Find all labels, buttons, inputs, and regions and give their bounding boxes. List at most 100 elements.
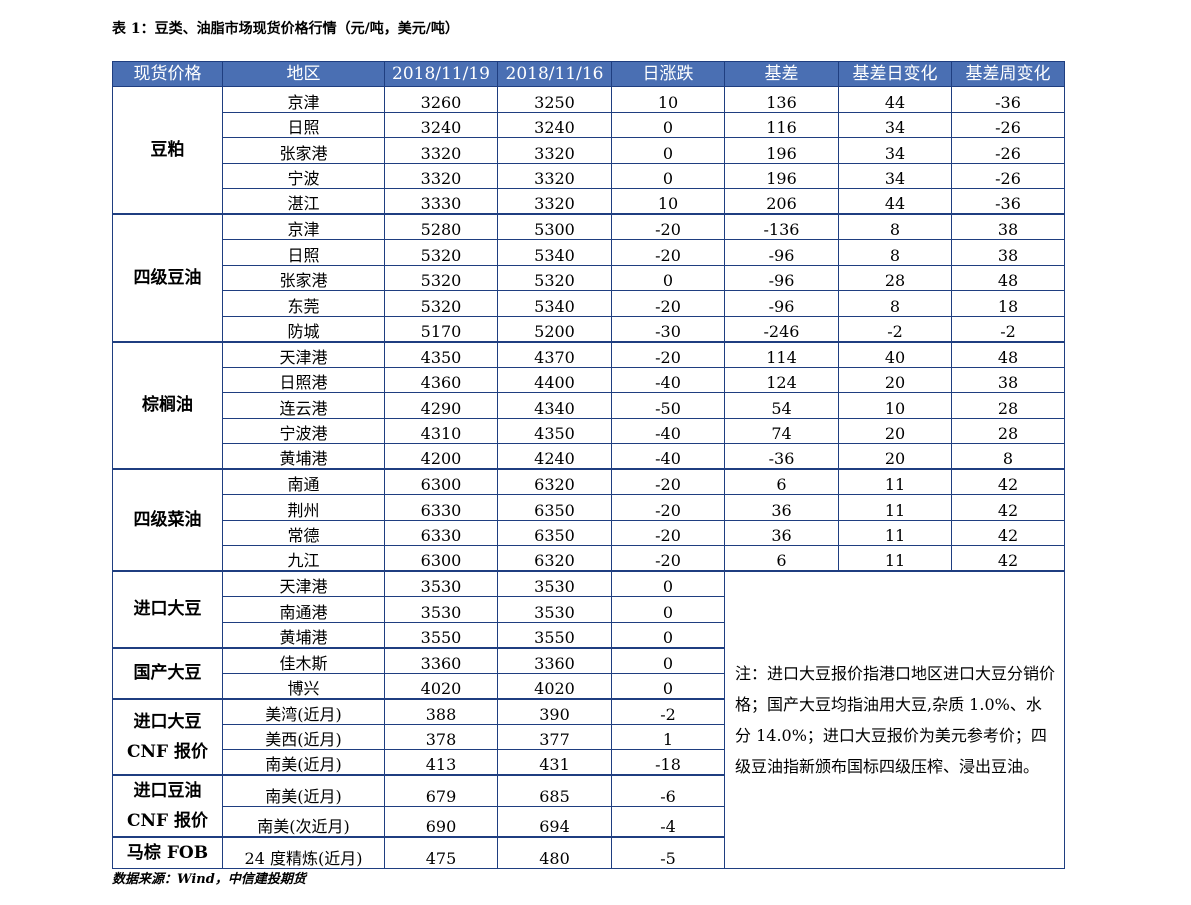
value-cell: 5340 [497, 239, 612, 266]
value-cell: 3240 [497, 111, 612, 138]
table-row: 四级菜油 南通 6300 6320 -20 6 11 42 [112, 468, 1065, 572]
value-cell: 8 [838, 239, 952, 266]
value-cell: -5 [611, 836, 725, 869]
value-cell: 0 [611, 646, 725, 674]
value-cell: 74 [724, 417, 839, 444]
value-cell: 0 [611, 264, 725, 291]
region-cell: 黄埔港 [222, 621, 385, 648]
value-cell: 10 [611, 86, 725, 113]
table-row: 黄埔港 4200 4240 -40 -36 20 8 [113, 443, 1065, 470]
table-row: 棕榈油 天津港 4350 4370 -20 114 40 48 [112, 340, 1065, 470]
region-cell: 24 度精炼(近月) [222, 836, 385, 869]
value-cell: -20 [611, 545, 725, 572]
value-cell: -2 [838, 315, 952, 342]
data-source: 数据来源：Wind，中信建投期货 [112, 872, 306, 887]
value-cell: 413 [384, 749, 498, 776]
value-cell: 48 [951, 264, 1065, 291]
value-cell: 3530 [497, 570, 612, 597]
value-cell: 20 [838, 417, 952, 444]
group-label: 棕榈油 [112, 340, 223, 470]
value-cell: 10 [611, 188, 725, 215]
value-cell: 42 [951, 545, 1065, 572]
note-text: 注：进口大豆报价指港口地区进口大豆分销价格；国产大豆均指油用大豆,杂质 1.0%… [724, 570, 1065, 869]
region-cell: 宁波 [222, 162, 385, 189]
table-row: 宁波 3320 3320 0 196 34 -26 [113, 162, 1065, 189]
table-row: 九江 6300 6320 -20 6 11 42 [113, 545, 1065, 572]
value-cell: 8 [951, 443, 1065, 470]
group-label-line: 进口豆油 [133, 781, 202, 801]
region-cell: 日照港 [222, 366, 385, 393]
region-cell: 京津 [222, 213, 385, 240]
value-cell: 5340 [497, 290, 612, 317]
value-cell: 6350 [497, 519, 612, 546]
value-cell: 378 [384, 723, 498, 750]
value-cell: 3360 [497, 646, 612, 674]
value-cell: 34 [838, 111, 952, 138]
region-cell: 黄埔港 [222, 443, 385, 470]
value-cell: 694 [497, 805, 612, 838]
value-cell: -40 [611, 443, 725, 470]
value-cell: 18 [951, 290, 1065, 317]
value-cell: 4020 [384, 672, 498, 699]
value-cell: 34 [838, 162, 952, 189]
value-cell: 6300 [384, 468, 498, 495]
value-cell: 3530 [384, 570, 498, 597]
group-label: 四级菜油 [112, 468, 223, 572]
value-cell: 28 [951, 417, 1065, 444]
value-cell: 5320 [384, 290, 498, 317]
value-cell: -36 [724, 443, 839, 470]
table-row: 荆州 6330 6350 -20 36 11 42 [113, 494, 1065, 521]
value-cell: 3240 [384, 111, 498, 138]
group-label: 国产大豆 [112, 646, 223, 699]
value-cell: 4350 [497, 417, 612, 444]
header-cell: 2018/11/19 [384, 61, 498, 87]
header-cell: 现货价格 [112, 61, 223, 87]
value-cell: 3320 [497, 162, 612, 189]
region-cell: 佳木斯 [222, 646, 385, 674]
region-cell: 南美(近月) [222, 774, 385, 807]
value-cell: 42 [951, 494, 1065, 521]
group-label-line: 国产大豆 [133, 663, 202, 683]
value-cell: 6320 [497, 468, 612, 495]
value-cell: 4290 [384, 392, 498, 419]
value-cell: 196 [724, 162, 839, 189]
value-cell: 5280 [384, 213, 498, 240]
header-cell: 地区 [222, 61, 385, 87]
header-cell: 基差日变化 [838, 61, 952, 87]
value-cell: 5320 [497, 264, 612, 291]
region-cell: 湛江 [222, 188, 385, 215]
value-cell: 0 [611, 570, 725, 597]
value-cell: 0 [611, 137, 725, 164]
value-cell: 11 [838, 494, 952, 521]
header-cell: 日涨跌 [611, 61, 725, 87]
value-cell: 4350 [384, 340, 498, 368]
header-cell: 基差 [724, 61, 839, 87]
value-cell: 48 [951, 340, 1065, 368]
value-cell: 0 [611, 111, 725, 138]
value-cell: 34 [838, 137, 952, 164]
value-cell: 4370 [497, 340, 612, 368]
price-table: 现货价格 地区 2018/11/19 2018/11/16 日涨跌 基差 基差日… [112, 61, 1065, 869]
value-cell: 4240 [497, 443, 612, 470]
value-cell: -20 [611, 494, 725, 521]
group-label-line: 进口大豆 [133, 711, 202, 732]
table-row: 连云港 4290 4340 -50 54 10 28 [113, 392, 1065, 419]
table-row: 张家港 3320 3320 0 196 34 -26 [113, 137, 1065, 164]
value-cell: 685 [497, 774, 612, 807]
value-cell: 196 [724, 137, 839, 164]
region-cell: 连云港 [222, 392, 385, 419]
region-cell: 常德 [222, 519, 385, 546]
group-label: 进口大豆 [112, 570, 223, 648]
value-cell: 36 [724, 494, 839, 521]
region-cell: 美湾(近月) [222, 697, 385, 725]
value-cell: 124 [724, 366, 839, 393]
value-cell: 11 [838, 519, 952, 546]
header-cell: 2018/11/16 [497, 61, 612, 87]
group-label-line: 进口大豆 [133, 599, 202, 620]
value-cell: -96 [724, 290, 839, 317]
value-cell: 114 [724, 340, 839, 368]
value-cell: -246 [724, 315, 839, 342]
table-row: 张家港 5320 5320 0 -96 28 48 [113, 264, 1065, 291]
table-title: 表 1：豆类、油脂市场现货价格行情（元/吨，美元/吨） [112, 21, 459, 37]
value-cell: 480 [497, 836, 612, 869]
